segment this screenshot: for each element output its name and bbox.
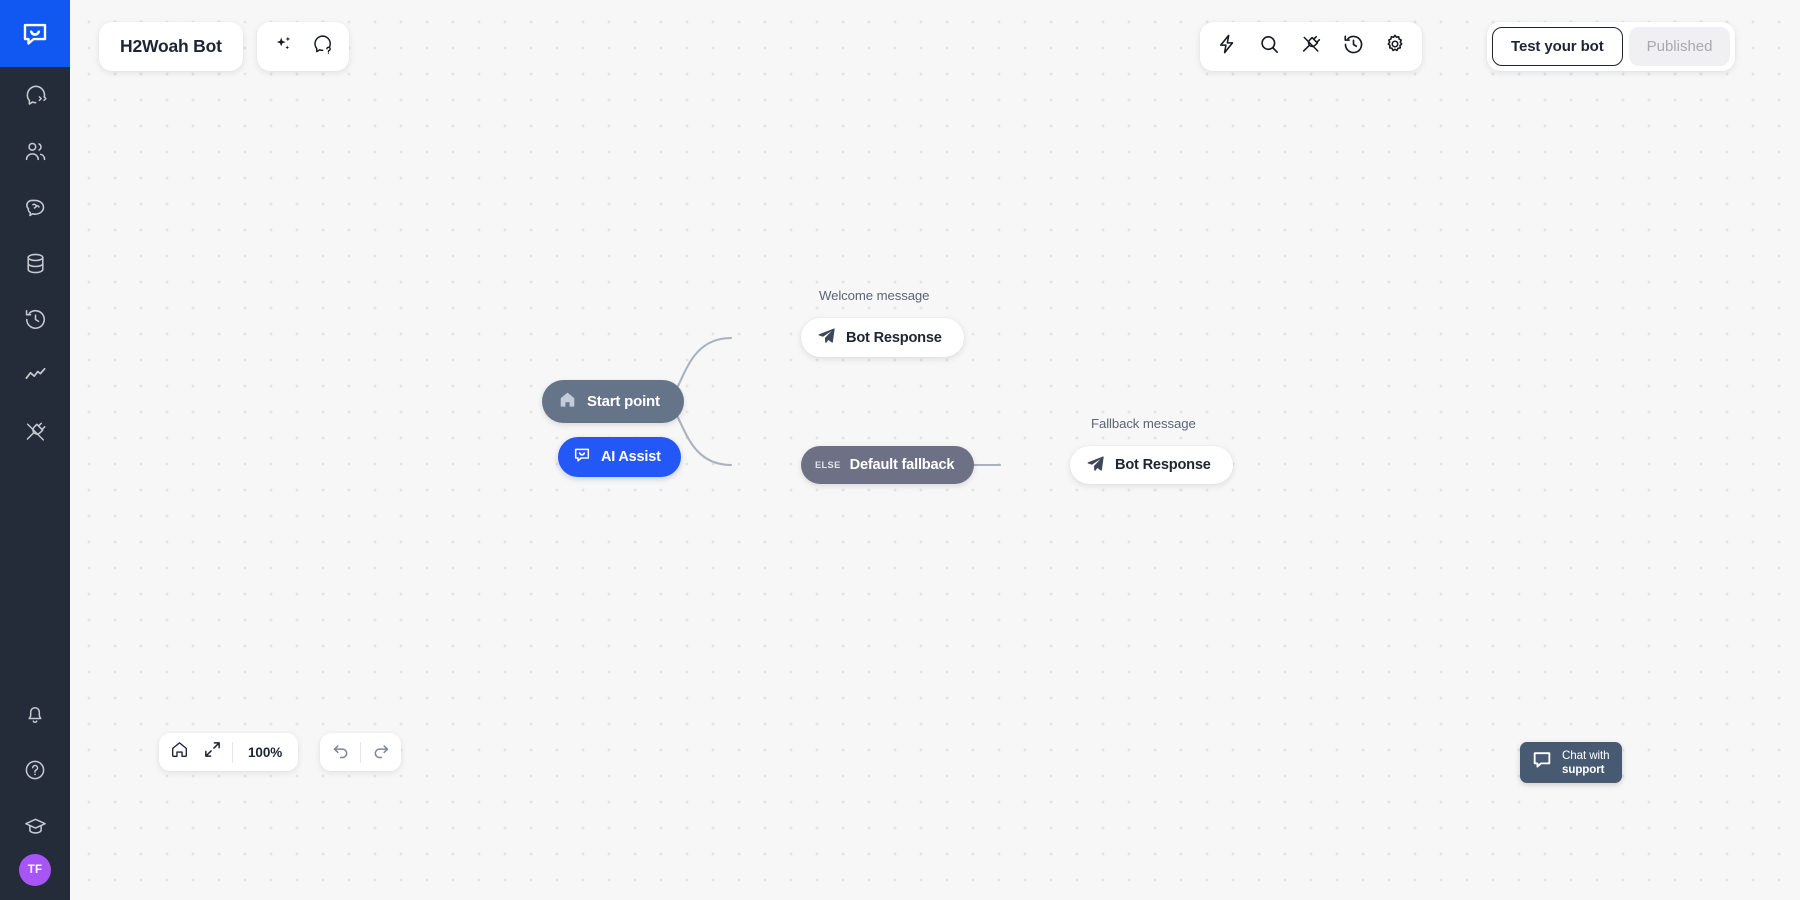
- ai-magic-button[interactable]: [263, 27, 303, 67]
- divider: [232, 741, 233, 763]
- home-icon: [558, 390, 577, 413]
- send-icon: [1086, 454, 1105, 477]
- avatar[interactable]: TF: [19, 854, 51, 886]
- node-start-point[interactable]: Start point: [542, 380, 684, 423]
- search-icon: [1258, 33, 1281, 61]
- brain-icon: [23, 195, 48, 220]
- else-badge: ELSE: [815, 460, 841, 470]
- sidebar-item-contacts[interactable]: [0, 123, 70, 179]
- search-button[interactable]: [1249, 27, 1289, 67]
- fit-screen-icon: [203, 740, 222, 764]
- gear-icon: [1384, 33, 1406, 60]
- sidebar-item-ai-knowledge[interactable]: [0, 179, 70, 235]
- version-history-button[interactable]: [1333, 27, 1373, 67]
- fit-to-screen-button[interactable]: [196, 736, 229, 769]
- graduation-cap-icon: [23, 814, 48, 839]
- canvas-tools-group: [1200, 22, 1422, 71]
- publish-group: Test your bot Published: [1487, 22, 1736, 71]
- title-tools-group: [257, 22, 349, 71]
- history-icon: [23, 307, 48, 332]
- chat-code-icon: [23, 83, 48, 108]
- redo-icon: [371, 740, 391, 765]
- history-icon: [1342, 33, 1365, 61]
- node-title: Default fallback: [849, 457, 955, 473]
- history-controls: [320, 733, 401, 771]
- divider: [360, 741, 361, 763]
- flow-canvas[interactable]: Welcome message Fallback message Start p…: [70, 0, 1800, 900]
- node-title: Bot Response: [1115, 457, 1211, 473]
- bell-icon: [23, 702, 47, 726]
- users-icon: [23, 139, 48, 164]
- integrations-button[interactable]: [1291, 27, 1331, 67]
- triggers-button[interactable]: [1207, 27, 1247, 67]
- send-icon: [817, 326, 836, 349]
- plug-icon: [1300, 33, 1322, 60]
- test-your-bot-button[interactable]: Test your bot: [1492, 27, 1623, 66]
- zoom-controls: 100%: [159, 733, 299, 771]
- chat-with-support-button[interactable]: Chat with support: [1520, 742, 1623, 783]
- chat-bubble-icon: [1531, 749, 1553, 776]
- sidebar-item-help[interactable]: [0, 742, 70, 798]
- analytics-icon: [23, 363, 48, 388]
- chat-help-icon: [312, 33, 334, 60]
- sidebar-item-history[interactable]: [0, 291, 70, 347]
- node-ai-assist[interactable]: AI Assist: [558, 437, 681, 477]
- undo-button[interactable]: [324, 736, 357, 769]
- undo-icon: [331, 740, 351, 765]
- node-label-fallback: Fallback message: [1091, 416, 1196, 431]
- node-title: Start point: [587, 393, 660, 410]
- lightning-icon: [1216, 33, 1238, 60]
- chat-smile-icon: [572, 445, 592, 469]
- sidebar-item-analytics[interactable]: [0, 347, 70, 403]
- node-default-fallback[interactable]: ELSE Default fallback: [801, 446, 975, 484]
- redo-button[interactable]: [364, 736, 397, 769]
- home-icon: [170, 740, 189, 764]
- sidebar-item-notifications[interactable]: [0, 686, 70, 742]
- zoom-level-value[interactable]: 100%: [236, 745, 294, 760]
- reset-view-button[interactable]: [163, 736, 196, 769]
- sidebar-item-flows[interactable]: [0, 67, 70, 123]
- node-label-welcome: Welcome message: [819, 288, 930, 303]
- database-icon: [23, 251, 48, 276]
- sidebar-item-integrations[interactable]: [0, 403, 70, 459]
- app-root: TF Welcome message Fallback message Star…: [0, 0, 1800, 900]
- node-bot-response-fallback[interactable]: Bot Response: [1070, 446, 1233, 484]
- support-line-1: Chat with: [1562, 749, 1610, 762]
- left-sidebar: TF: [0, 0, 70, 900]
- node-bot-response-welcome[interactable]: Bot Response: [801, 318, 964, 357]
- published-button[interactable]: Published: [1628, 27, 1731, 66]
- node-title: AI Assist: [601, 449, 661, 465]
- support-label: Chat with support: [1562, 749, 1610, 776]
- plug-icon: [23, 419, 48, 444]
- sparkles-icon: [273, 34, 294, 60]
- node-title: Bot Response: [846, 329, 942, 346]
- sidebar-item-academy[interactable]: [0, 798, 70, 854]
- help-circle-icon: [23, 758, 47, 782]
- settings-button[interactable]: [1375, 27, 1415, 67]
- app-logo[interactable]: [0, 0, 70, 67]
- chat-help-button[interactable]: [303, 27, 343, 67]
- sidebar-item-data[interactable]: [0, 235, 70, 291]
- bot-name-chip[interactable]: H2Woah Bot: [99, 22, 243, 71]
- support-line-2: support: [1562, 762, 1605, 776]
